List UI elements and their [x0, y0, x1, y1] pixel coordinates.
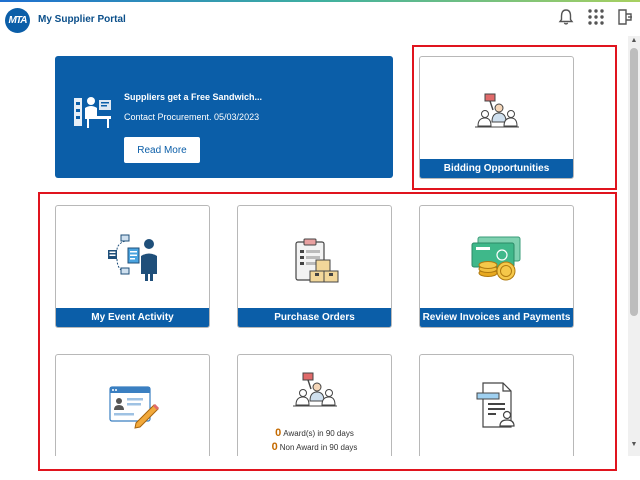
non-award-text: Non Award in 90 days: [279, 443, 358, 452]
announcement-banner: Suppliers get a Free Sandwich... Contact…: [55, 56, 393, 178]
banner-title: Suppliers get a Free Sandwich...: [124, 92, 263, 102]
tile-supplier-documents[interactable]: [419, 354, 574, 456]
non-award-stat[interactable]: 0 Non Award in 90 days: [238, 441, 391, 453]
tile-bidding-opportunities[interactable]: Bidding Opportunities: [419, 56, 574, 179]
header-bar: MTA My Supplier Portal: [0, 2, 632, 36]
tile-purchase-orders[interactable]: Purchase Orders: [237, 205, 392, 328]
event-activity-icon: [107, 234, 157, 281]
tile-profile[interactable]: [55, 354, 210, 456]
vertical-scrollbar[interactable]: ▲ ▼: [628, 36, 640, 456]
sign-out-icon[interactable]: [614, 6, 636, 28]
read-more-button[interactable]: Read More: [124, 137, 200, 163]
tile-label: My Event Activity: [56, 308, 209, 327]
scroll-thumb[interactable]: [630, 48, 638, 316]
tile-label: Purchase Orders: [238, 308, 391, 327]
award-stat[interactable]: 0 Award(s) in 90 days: [238, 427, 391, 439]
bell-icon[interactable]: [555, 6, 577, 28]
purchase-orders-icon: [294, 238, 338, 283]
profile-form-edit-icon: [108, 386, 159, 429]
tile-my-event-activity[interactable]: My Event Activity: [55, 205, 210, 328]
award-count: 0: [275, 427, 282, 439]
portal-title: My Supplier Portal: [38, 14, 126, 25]
scroll-up-arrow-icon[interactable]: ▲: [628, 36, 640, 46]
sandwich-promo-icon: [74, 97, 111, 128]
auction-bidder-icon: [474, 93, 519, 128]
tile-label: Bidding Opportunities: [420, 159, 573, 178]
award-text: Award(s) in 90 days: [283, 429, 354, 438]
tile-awards[interactable]: 0 Award(s) in 90 days 0 Non Award in 90 da…: [237, 354, 392, 456]
scroll-down-arrow-icon[interactable]: ▼: [628, 440, 640, 450]
auction-bidder-icon: [292, 372, 337, 407]
app-grid-icon[interactable]: [585, 6, 607, 28]
invoice-payment-icon: [471, 236, 520, 281]
non-award-count: 0: [271, 441, 278, 453]
mta-logo[interactable]: MTA: [5, 8, 30, 33]
document-user-icon: [476, 382, 515, 428]
banner-text: Contact Procurement. 05/03/2023: [124, 112, 260, 122]
tile-review-invoices-and-payments[interactable]: Review Invoices and Payments: [419, 205, 574, 328]
tile-label: Review Invoices and Payments: [420, 308, 573, 327]
